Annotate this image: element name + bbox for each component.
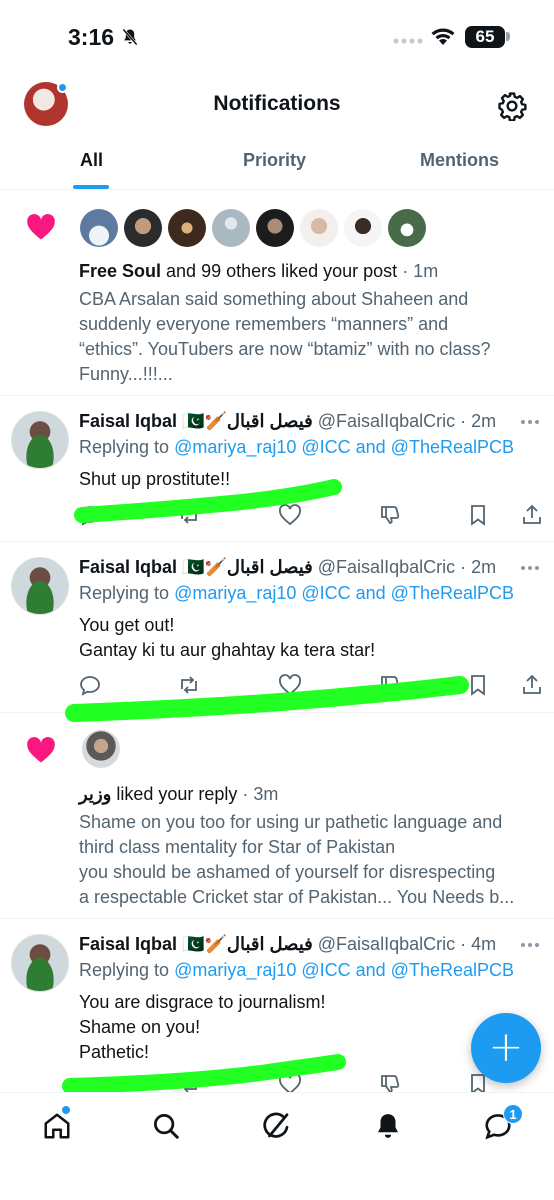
replying-to: Replying to @mariya_raj10 @ICC and @TheR… <box>79 958 514 983</box>
post-text-line: “ethics”. YouTubers are now “btamiz” wit… <box>79 339 491 359</box>
plus-icon[interactable]: + <box>471 1013 541 1083</box>
tab-priority[interactable]: Priority <box>243 150 306 171</box>
replying-to-handles[interactable]: @mariya_raj10 @ICC and @TheRealPCB <box>174 437 514 457</box>
home-notification-dot <box>61 1105 71 1115</box>
notification-reply[interactable]: Faisal Iqbal 🇵🇰🏏فیصل اقبال @FaisalIqbalC… <box>0 397 554 542</box>
redaction-scribble <box>74 479 342 523</box>
more-icon[interactable] <box>520 565 540 571</box>
battery-indicator: 65 <box>465 26 505 48</box>
reply-text-line: Gantay ki tu aur ghahtay ka tera star! <box>79 640 376 660</box>
page-title: Notifications <box>213 92 341 115</box>
reply-text-line: You are disgrace to journalism! <box>79 992 326 1012</box>
timestamp: · 3m <box>237 784 279 804</box>
bottom-nav: 1 <box>0 1092 554 1200</box>
post-text-line: CBA Arsalan said something about Shaheen… <box>79 289 469 309</box>
signal-icon <box>393 38 423 44</box>
post-text-line: third class mentality for Star of Pakist… <box>79 837 396 857</box>
notification-headline: وزیر liked your reply · 3m <box>79 782 278 807</box>
replying-to-handles[interactable]: @mariya_raj10 @ICC and @TheRealPCB <box>174 960 514 980</box>
author-name-urdu: فیصل اقبال <box>226 934 313 954</box>
tab-all[interactable]: All <box>80 150 103 171</box>
action-text: and 99 others liked your post <box>161 261 398 281</box>
replying-to: Replying to @mariya_raj10 @ICC and @TheR… <box>79 581 514 606</box>
search-icon[interactable] <box>151 1111 181 1141</box>
messages-badge: 1 <box>503 1104 523 1124</box>
avatar[interactable] <box>344 209 382 247</box>
grok-icon[interactable] <box>262 1111 292 1141</box>
notification-reply[interactable]: Faisal Iqbal 🇵🇰🏏فیصل اقبال @FaisalIqbalC… <box>0 543 554 722</box>
reply-header: Faisal Iqbal 🇵🇰🏏فیصل اقبال @FaisalIqbalC… <box>79 555 496 580</box>
avatar[interactable] <box>124 209 162 247</box>
more-icon[interactable] <box>520 419 540 425</box>
battery-tip <box>506 32 510 41</box>
gear-icon[interactable] <box>497 91 527 121</box>
avatar[interactable] <box>388 209 426 247</box>
avatar[interactable] <box>80 209 118 247</box>
flag-icon: 🇵🇰🏏 <box>177 557 227 577</box>
tab-bar: All Priority Mentions <box>0 136 554 190</box>
header: Notifications <box>0 72 554 136</box>
home-icon[interactable] <box>42 1111 72 1141</box>
heart-icon <box>27 214 55 240</box>
reply-header: Faisal Iqbal 🇵🇰🏏فیصل اقبال @FaisalIqbalC… <box>79 409 496 434</box>
author-handle[interactable]: @FaisalIqbalCric <box>318 934 455 954</box>
replying-prefix: Replying to <box>79 583 175 603</box>
share-icon[interactable] <box>520 673 544 697</box>
notification-like[interactable]: وزیر liked your reply · 3m Shame on you … <box>0 714 554 919</box>
battery-level: 65 <box>475 27 495 46</box>
notification-headline: Free Soul and 99 others liked your post … <box>79 259 438 284</box>
replying-to-handles[interactable]: @mariya_raj10 @ICC and @TheRealPCB <box>174 583 514 603</box>
timestamp: · 2m <box>455 557 497 577</box>
author-name[interactable]: Faisal Iqbal <box>79 934 177 954</box>
timestamp: · 4m <box>455 934 497 954</box>
post-text-line: Shame on you too for using ur pathetic l… <box>79 812 503 832</box>
bell-slash-icon <box>122 28 138 46</box>
share-icon[interactable] <box>520 503 544 527</box>
liker-avatars <box>80 209 426 247</box>
tab-mentions[interactable]: Mentions <box>420 150 499 171</box>
timestamp: · 2m <box>455 411 497 431</box>
reply-header: Faisal Iqbal 🇵🇰🏏فیصل اقبال @FaisalIqbalC… <box>79 932 496 957</box>
timestamp: · 1m <box>397 261 439 281</box>
reply-text-line: You get out! <box>79 615 175 635</box>
avatar[interactable] <box>82 730 120 768</box>
notification-like[interactable]: Free Soul and 99 others liked your post … <box>0 191 554 396</box>
author-handle[interactable]: @FaisalIqbalCric <box>318 411 455 431</box>
post-text-line: Funny...!!!... <box>79 364 173 384</box>
replying-prefix: Replying to <box>79 437 175 457</box>
bell-icon[interactable] <box>373 1111 403 1141</box>
avatar[interactable] <box>11 934 69 992</box>
replying-to: Replying to @mariya_raj10 @ICC and @TheR… <box>79 435 514 460</box>
actor-name[interactable]: Free Soul <box>79 261 161 281</box>
status-time: 3:16 <box>68 24 115 50</box>
dislike-icon[interactable] <box>378 503 402 527</box>
action-text: liked your reply <box>111 784 238 804</box>
avatar[interactable] <box>256 209 294 247</box>
replying-prefix: Replying to <box>79 960 175 980</box>
actor-name[interactable]: وزیر <box>79 784 111 804</box>
avatar[interactable] <box>168 209 206 247</box>
bookmark-icon[interactable] <box>466 503 490 527</box>
post-text-line: suddenly everyone remembers “manners” an… <box>79 314 449 334</box>
more-icon[interactable] <box>520 942 540 948</box>
author-handle[interactable]: @FaisalIqbalCric <box>318 557 455 577</box>
redaction-scribble <box>62 1054 346 1094</box>
avatar[interactable] <box>11 557 69 615</box>
author-name[interactable]: Faisal Iqbal <box>79 411 177 431</box>
tab-indicator <box>73 185 109 189</box>
avatar[interactable] <box>300 209 338 247</box>
heart-icon <box>27 737 55 763</box>
flag-icon: 🇵🇰🏏 <box>177 411 227 431</box>
avatar[interactable] <box>11 411 69 469</box>
author-name-urdu: فیصل اقبال <box>226 411 313 431</box>
wifi-icon <box>431 28 455 45</box>
author-name[interactable]: Faisal Iqbal <box>79 557 177 577</box>
reply-text-line: Shame on you! <box>79 1017 201 1037</box>
avatar[interactable] <box>212 209 250 247</box>
post-text-line: you should be ashamed of yourself for di… <box>79 862 496 882</box>
author-name-urdu: فیصل اقبال <box>226 557 313 577</box>
status-bar: 3:16 65 <box>0 0 554 72</box>
flag-icon: 🇵🇰🏏 <box>177 934 227 954</box>
post-text-line: a respectable Cricket star of Pakistan..… <box>79 887 515 907</box>
